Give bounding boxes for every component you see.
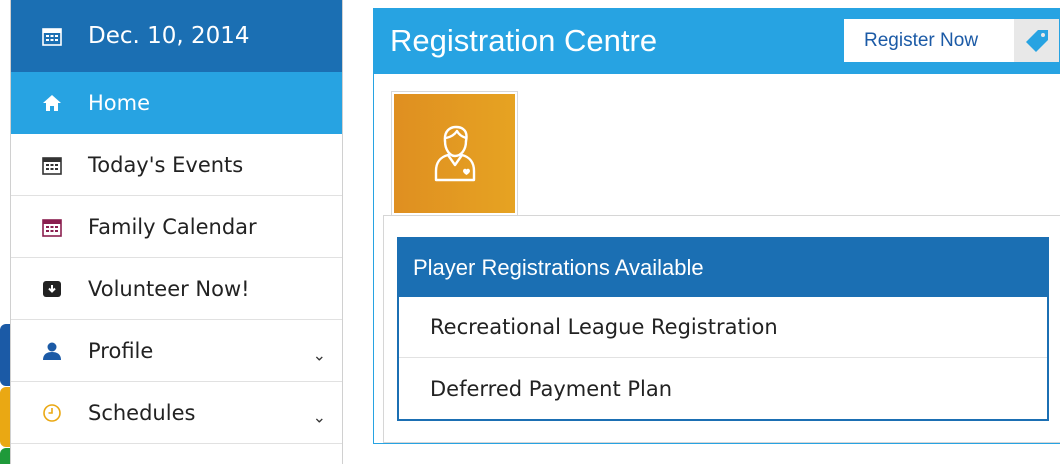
home-icon <box>41 92 63 114</box>
registrations-panel: Player Registrations Available Recreatio… <box>397 237 1049 421</box>
sidebar-item-schedules[interactable]: Schedules ⌄ <box>11 382 342 444</box>
sidebar-date[interactable]: Dec. 10, 2014 <box>11 0 342 72</box>
sidebar: Dec. 10, 2014 Home Today's Events Family… <box>10 0 343 464</box>
chevron-down-icon[interactable]: ⌄ <box>313 345 326 364</box>
player-avatar[interactable] <box>391 91 518 216</box>
sidebar-item-label: Today's Events <box>88 152 244 177</box>
page-title: Registration Centre <box>390 23 658 58</box>
calendar-icon <box>41 216 63 238</box>
tag-icon <box>1014 19 1059 62</box>
sidebar-item-volunteer-now[interactable]: Volunteer Now! <box>11 258 342 320</box>
registration-item[interactable]: Recreational League Registration <box>399 297 1047 358</box>
sidebar-item-todays-events[interactable]: Today's Events <box>11 134 342 196</box>
sidebar-item-family-calendar[interactable]: Family Calendar <box>11 196 342 258</box>
clock-icon <box>41 402 63 424</box>
sidebar-item-home[interactable]: Home <box>11 72 342 134</box>
sidebar-item-label: Home <box>88 91 151 115</box>
calendar-icon <box>41 25 63 47</box>
inbox-download-icon <box>41 278 63 300</box>
sidebar-item-label: Schedules <box>88 400 196 425</box>
sidebar-item-label: Profile <box>88 338 154 363</box>
sidebar-date-label: Dec. 10, 2014 <box>88 23 250 49</box>
panel-title: Player Registrations Available <box>399 239 1047 297</box>
player-icon <box>434 125 475 181</box>
calendar-icon <box>41 154 63 176</box>
user-icon <box>41 340 63 362</box>
sidebar-item-label: Family Calendar <box>88 214 257 239</box>
avatar-background <box>394 94 515 213</box>
register-now-label: Register Now <box>864 29 979 51</box>
page: Dec. 10, 2014 Home Today's Events Family… <box>0 0 1060 464</box>
registration-centre: Registration Centre Register Now Player … <box>373 8 1060 444</box>
chevron-down-icon[interactable]: ⌄ <box>313 407 326 426</box>
sidebar-item-label: Volunteer Now! <box>88 276 250 301</box>
sidebar-item-profile[interactable]: Profile ⌄ <box>11 320 342 382</box>
register-now-button[interactable]: Register Now <box>844 19 1059 62</box>
registration-item[interactable]: Deferred Payment Plan <box>399 358 1047 419</box>
main-header: Registration Centre Register Now <box>374 9 1060 74</box>
